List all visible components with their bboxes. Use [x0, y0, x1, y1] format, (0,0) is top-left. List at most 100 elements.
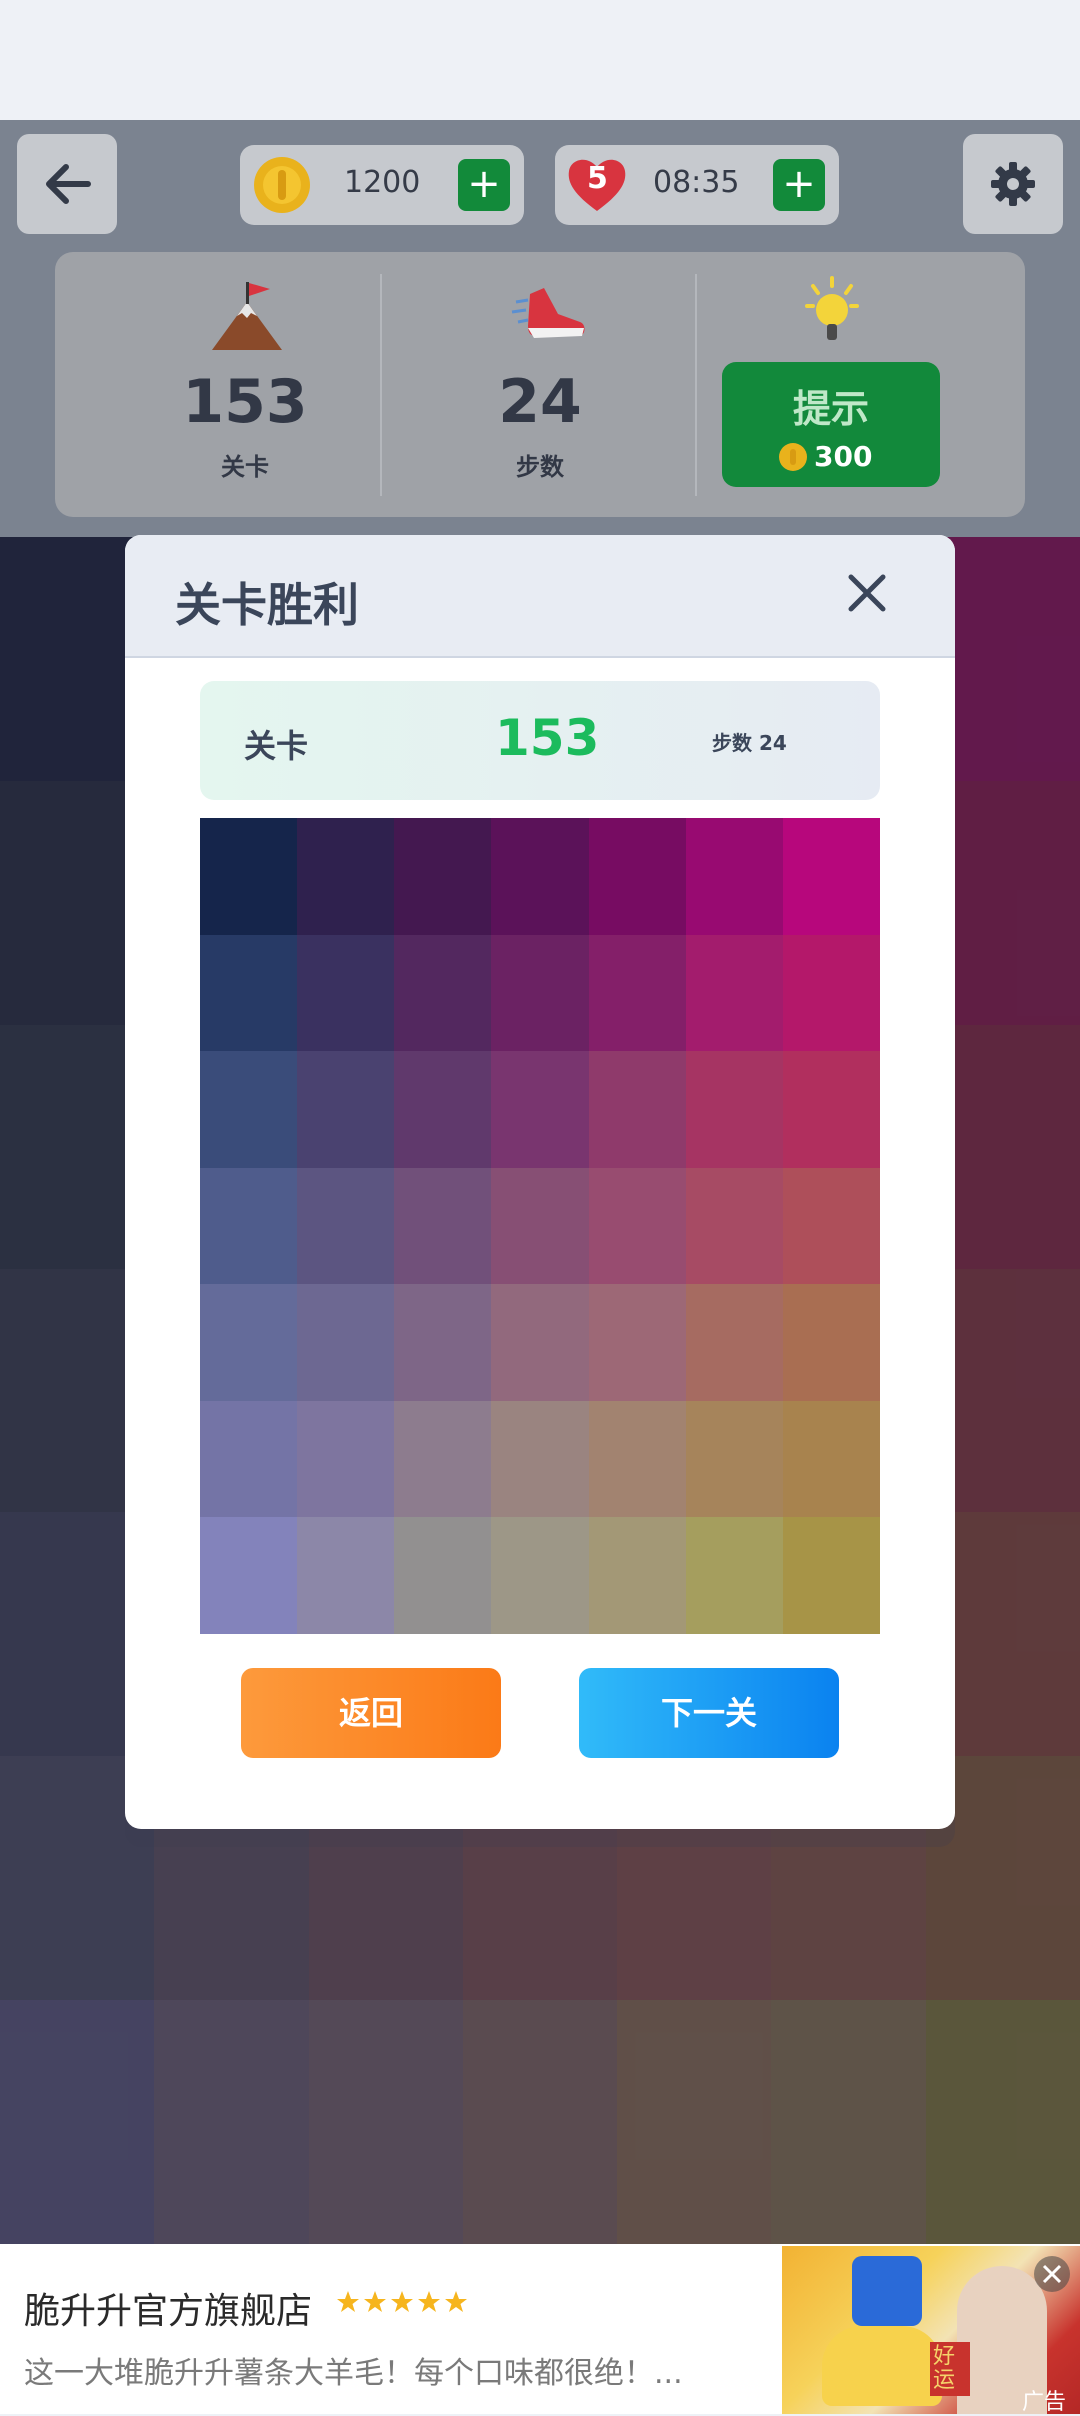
- preview-tile: [200, 818, 298, 935]
- close-icon: [1042, 2264, 1062, 2284]
- preview-tile: [394, 1167, 492, 1285]
- preview-tile: [297, 1400, 395, 1518]
- modal-title: 关卡胜利: [175, 578, 359, 632]
- preview-tile: [394, 1517, 492, 1634]
- preview-tile: [394, 1284, 492, 1401]
- gear-icon: [991, 162, 1035, 206]
- preview-tile: [782, 1400, 880, 1518]
- completed-puzzle-preview: [200, 818, 880, 1634]
- coin-counter: 1200 +: [240, 145, 524, 225]
- preview-tile: [782, 1051, 880, 1168]
- preview-tile: [491, 1284, 589, 1401]
- preview-tile: [491, 934, 589, 1052]
- ad-product-image[interactable]: 好运 广告: [782, 2246, 1080, 2415]
- modal-header: 关卡胜利: [125, 535, 955, 658]
- hint-label: 提示: [792, 387, 869, 431]
- preview-tile: [200, 1284, 298, 1401]
- lives-value: 5: [587, 161, 608, 196]
- preview-tile: [685, 1517, 783, 1634]
- preview-tile: [782, 1167, 880, 1285]
- preview-tile: [200, 934, 298, 1052]
- star-icon: [445, 2291, 467, 2312]
- stats-divider: [695, 274, 697, 496]
- preview-tile: [491, 818, 589, 935]
- star-icon: [418, 2291, 440, 2312]
- result-level-value: 153: [495, 709, 600, 767]
- stats-divider: [380, 274, 382, 496]
- sneaker-icon: [511, 288, 585, 338]
- steps-label: 步数: [516, 453, 564, 481]
- preview-tile: [588, 1517, 686, 1634]
- preview-tile: [782, 934, 880, 1052]
- preview-tile: [394, 1051, 492, 1168]
- preview-tile: [685, 934, 783, 1052]
- preview-tile: [200, 1167, 298, 1285]
- preview-tile: [491, 1517, 589, 1634]
- preview-tile: [297, 1284, 395, 1401]
- preview-tile: [297, 818, 395, 935]
- coin-icon: [254, 157, 310, 213]
- ad-fries: [822, 2326, 942, 2406]
- mountain-flag-icon: [212, 282, 282, 350]
- next-level-button[interactable]: 下一关: [579, 1668, 839, 1758]
- ad-product-banner: 好运: [930, 2342, 970, 2396]
- preview-tile: [491, 1400, 589, 1518]
- preview-tile: [685, 818, 783, 935]
- hint-cost: 300: [814, 440, 873, 473]
- ad-title: 脆升升官方旗舰店: [24, 2291, 313, 2332]
- back-button[interactable]: [17, 134, 117, 234]
- back-button[interactable]: 返回: [241, 1668, 501, 1758]
- preview-tile: [588, 934, 686, 1052]
- coin-icon: [779, 443, 807, 471]
- preview-tile: [200, 1051, 298, 1168]
- preview-tile: [685, 1284, 783, 1401]
- result-steps: 步数 24: [712, 731, 787, 755]
- preview-tile: [394, 934, 492, 1052]
- preview-tile: [200, 1400, 298, 1518]
- preview-tile: [685, 1051, 783, 1168]
- preview-tile: [200, 1517, 298, 1634]
- preview-tile: [782, 1284, 880, 1401]
- result-level-label: 关卡: [244, 727, 309, 765]
- star-icon: [337, 2291, 359, 2312]
- star-icon: [391, 2291, 413, 2312]
- steps-value: 24: [498, 367, 582, 437]
- preview-tile: [588, 1284, 686, 1401]
- preview-tile: [588, 818, 686, 935]
- preview-tile: [394, 818, 492, 935]
- preview-tile: [297, 1167, 395, 1285]
- preview-tile: [394, 1400, 492, 1518]
- victory-modal: 关卡胜利 关卡 153 步数 24 返回 下一关: [125, 535, 955, 1829]
- star-icon: [364, 2291, 386, 2312]
- ad-product-box: [852, 2256, 922, 2326]
- ad-description: 这一大堆脆升升薯条大羊毛！每个口味都很绝！...: [24, 2356, 683, 2391]
- result-card: 关卡 153 步数 24: [200, 681, 880, 800]
- preview-tile: [297, 1517, 395, 1634]
- close-icon[interactable]: [847, 573, 887, 613]
- preview-tile: [685, 1400, 783, 1518]
- preview-tile: [685, 1167, 783, 1285]
- preview-tile: [588, 1051, 686, 1168]
- preview-tile: [297, 1051, 395, 1168]
- lives-timer: 08:35: [653, 165, 740, 200]
- preview-tile: [297, 934, 395, 1052]
- hint-button[interactable]: 提示 300: [722, 362, 940, 487]
- add-coins-button[interactable]: +: [458, 159, 510, 211]
- ad-tag: 广告: [1022, 2390, 1067, 2415]
- ad-close-button[interactable]: [1034, 2256, 1070, 2292]
- preview-tile: [782, 1517, 880, 1634]
- preview-tile: [491, 1167, 589, 1285]
- settings-button[interactable]: [963, 134, 1063, 234]
- preview-tile: [782, 818, 880, 935]
- add-lives-button[interactable]: +: [773, 159, 825, 211]
- level-value: 153: [182, 367, 308, 437]
- preview-tile: [588, 1167, 686, 1285]
- status-bar: [0, 0, 1080, 120]
- ad-rating: [336, 2290, 468, 2314]
- lives-counter: 5 08:35 +: [555, 145, 839, 225]
- level-label: 关卡: [221, 453, 269, 481]
- preview-tile: [588, 1400, 686, 1518]
- coin-value: 1200: [344, 165, 421, 200]
- preview-tile: [491, 1051, 589, 1168]
- arrow-left-icon: [46, 164, 91, 204]
